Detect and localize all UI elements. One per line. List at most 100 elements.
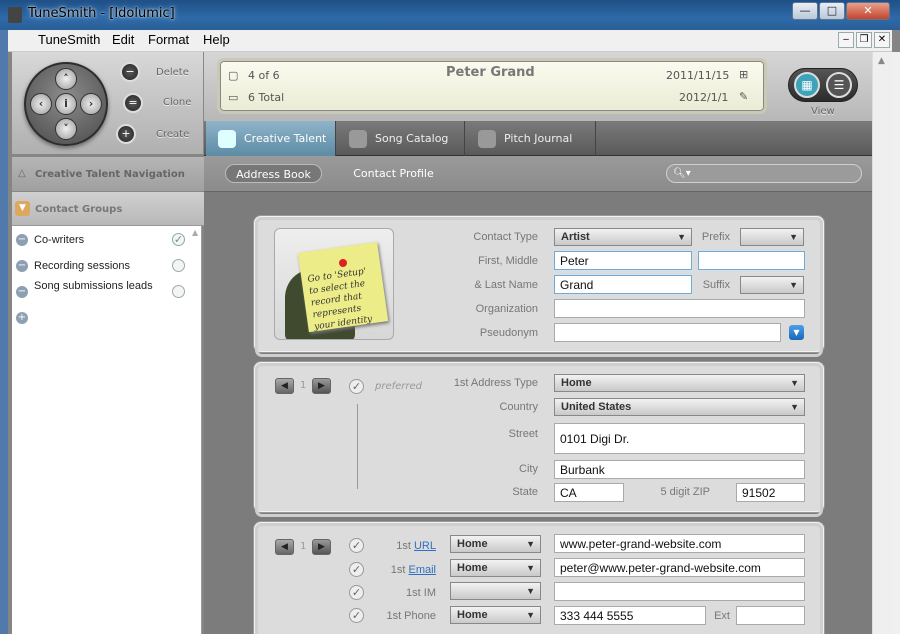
navigation-wheel: ˄ ‹ i › ˅	[24, 62, 108, 146]
phone-field[interactable]: 333 444 5555	[554, 606, 706, 625]
creative-talent-navigation[interactable]: △ Creative Talent Navigation	[12, 156, 204, 192]
preferred-check-icon[interactable]: ✓	[349, 379, 364, 394]
mdi-restore-button[interactable]: ❐	[856, 32, 872, 48]
search-icon: 🔍︎▾	[673, 168, 691, 179]
email-type-select[interactable]: Home	[450, 559, 541, 577]
next-contact-icon[interactable]: ▶	[312, 539, 331, 555]
scroll-up-icon[interactable]: ▲	[878, 56, 885, 66]
mdi-minimize-button[interactable]: –	[838, 32, 854, 48]
state-field[interactable]: CA	[554, 483, 624, 502]
im-field[interactable]	[554, 582, 805, 601]
date-modified: 2012/1/1	[679, 91, 729, 104]
minimize-button[interactable]: —	[792, 2, 818, 20]
ext-field[interactable]	[736, 606, 805, 625]
window-frame-right	[892, 52, 900, 634]
zip-field[interactable]: 91502	[736, 483, 805, 502]
pseudonym-label: Pseudonym	[479, 327, 538, 339]
email-label: 1st Email	[390, 564, 436, 576]
maximize-button[interactable]: □	[819, 2, 845, 20]
contact-photo[interactable]: Go to 'Setup' to select the record that …	[274, 228, 394, 340]
contact-groups-list: − Co-writers ✓ − Recording sessions − So…	[12, 226, 202, 634]
address-type-label: 1st Address Type	[453, 377, 538, 389]
menu-format[interactable]: Format	[148, 32, 189, 47]
remove-group-icon[interactable]: −	[16, 234, 28, 246]
tab-pitch-journal[interactable]: Pitch Journal	[466, 121, 596, 156]
menu-edit[interactable]: Edit	[112, 32, 134, 47]
pseudonym-dropdown-icon[interactable]: ▼	[789, 325, 804, 340]
remove-group-icon[interactable]: −	[16, 286, 28, 298]
menu-help[interactable]: Help	[203, 32, 230, 47]
delete-icon[interactable]: −	[120, 62, 140, 82]
scrollbar[interactable]: ▲	[872, 52, 892, 634]
collapse-icon: △	[18, 168, 26, 179]
group-checkbox[interactable]	[172, 285, 185, 298]
email-field[interactable]: peter@www.peter-grand-website.com	[554, 558, 805, 577]
photo-note: Go to 'Setup' to select the record that …	[297, 241, 389, 332]
address-index: 1	[300, 380, 307, 391]
clone-label[interactable]: Clone	[163, 97, 191, 108]
list-view-icon[interactable]: ☰	[826, 72, 852, 98]
organization-field[interactable]	[554, 299, 805, 318]
nav-info-icon[interactable]: i	[55, 93, 77, 115]
state-label: State	[512, 486, 538, 498]
url-check-icon[interactable]: ✓	[349, 538, 364, 553]
contact-index: 1	[300, 541, 307, 552]
mdi-close-button[interactable]: ✕	[874, 32, 890, 48]
contact-type-label: Contact Type	[473, 231, 538, 243]
record-header: ▢ 4 of 6 ▭ 6 Total Peter Grand 2011/11/1…	[217, 58, 767, 114]
address-type-select[interactable]: Home	[554, 374, 805, 392]
phone-type-select[interactable]: Home	[450, 606, 541, 624]
url-type-select[interactable]: Home	[450, 535, 541, 553]
preferred-label: preferred	[375, 381, 423, 392]
suffix-select[interactable]	[740, 276, 804, 294]
date-created: 2011/11/15	[666, 69, 730, 82]
nav-down-icon[interactable]: ˅	[55, 118, 77, 140]
clone-icon[interactable]: =	[123, 93, 143, 113]
close-button[interactable]: ✕	[846, 2, 890, 20]
contact-profile-button[interactable]: Contact Profile	[346, 164, 441, 183]
tab-creative-talent[interactable]: Creative Talent	[206, 121, 336, 156]
url-link[interactable]: URL	[414, 540, 436, 552]
add-group-icon[interactable]: +	[16, 312, 28, 324]
im-type-select[interactable]	[450, 582, 541, 600]
last-name-field[interactable]: Grand	[554, 275, 692, 294]
contact-type-select[interactable]: Artist	[554, 228, 692, 246]
menu-tunesmith[interactable]: TuneSmith	[38, 32, 100, 47]
previous-contact-icon[interactable]: ◀	[275, 539, 294, 555]
pseudonym-field[interactable]	[554, 323, 781, 342]
grid-view-icon[interactable]: ▦	[794, 72, 820, 98]
list-item[interactable]: Recording sessions	[34, 260, 130, 272]
delete-label[interactable]: Delete	[156, 67, 189, 78]
im-check-icon[interactable]: ✓	[349, 585, 364, 600]
search-input[interactable]: 🔍︎▾	[666, 164, 862, 183]
list-item[interactable]: Co-writers	[34, 234, 84, 246]
list-scroll-up-icon[interactable]: ▲	[192, 228, 198, 237]
prefix-label: Prefix	[701, 231, 730, 243]
country-select[interactable]: United States	[554, 398, 805, 416]
city-label: City	[519, 463, 538, 475]
next-address-icon[interactable]: ▶	[312, 378, 331, 394]
create-icon[interactable]: +	[116, 124, 136, 144]
last-name-label: & Last Name	[474, 279, 538, 291]
expand-icon: ▼	[15, 201, 30, 216]
nav-left-icon[interactable]: ‹	[30, 93, 52, 115]
previous-address-icon[interactable]: ◀	[275, 378, 294, 394]
group-checkbox[interactable]: ✓	[172, 233, 185, 246]
tab-song-catalog[interactable]: Song Catalog	[337, 121, 465, 156]
remove-group-icon[interactable]: −	[16, 260, 28, 272]
city-field[interactable]: Burbank	[554, 460, 805, 479]
email-link[interactable]: Email	[408, 564, 436, 576]
first-name-field[interactable]: Peter	[554, 251, 692, 270]
list-item[interactable]: Song submissions leads	[34, 280, 154, 292]
middle-name-field[interactable]	[698, 251, 805, 270]
create-label[interactable]: Create	[156, 129, 189, 140]
url-field[interactable]: www.peter-grand-website.com	[554, 534, 805, 553]
nav-right-icon[interactable]: ›	[80, 93, 102, 115]
street-field[interactable]: 0101 Digi Dr.	[554, 423, 805, 454]
prefix-select[interactable]	[740, 228, 804, 246]
nav-up-icon[interactable]: ˄	[55, 68, 77, 90]
contact-groups-header[interactable]: ▼ Contact Groups	[12, 192, 204, 226]
email-check-icon[interactable]: ✓	[349, 562, 364, 577]
address-book-button[interactable]: Address Book	[225, 164, 322, 183]
group-checkbox[interactable]	[172, 259, 185, 272]
